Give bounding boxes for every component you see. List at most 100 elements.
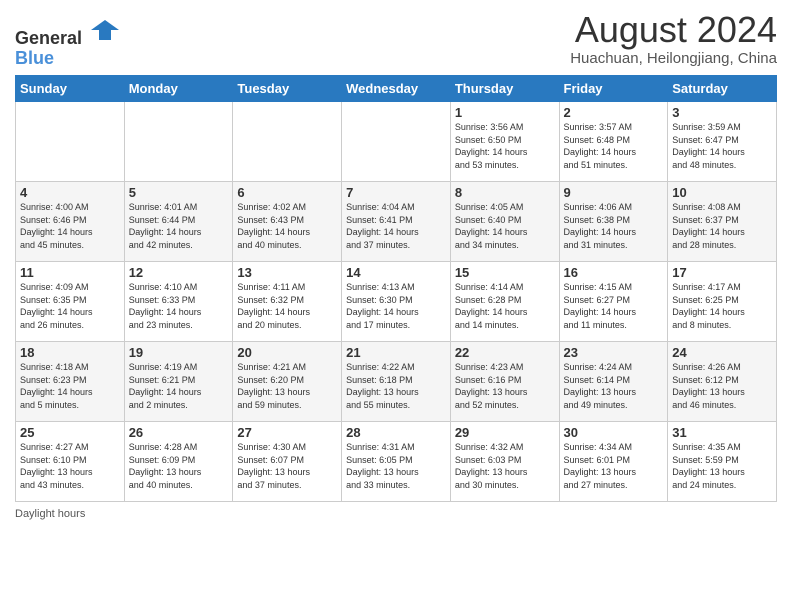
day-info: Sunrise: 4:19 AM Sunset: 6:21 PM Dayligh… [129,361,229,411]
day-number: 28 [346,425,446,440]
day-number: 6 [237,185,337,200]
day-number: 16 [564,265,664,280]
calendar-cell [342,102,451,182]
calendar-cell: 28Sunrise: 4:31 AM Sunset: 6:05 PM Dayli… [342,422,451,502]
day-number: 23 [564,345,664,360]
calendar-week-row: 1Sunrise: 3:56 AM Sunset: 6:50 PM Daylig… [16,102,777,182]
day-number: 11 [20,265,120,280]
day-info: Sunrise: 4:30 AM Sunset: 6:07 PM Dayligh… [237,441,337,491]
calendar-week-row: 11Sunrise: 4:09 AM Sunset: 6:35 PM Dayli… [16,262,777,342]
calendar-cell: 30Sunrise: 4:34 AM Sunset: 6:01 PM Dayli… [559,422,668,502]
calendar-cell: 11Sunrise: 4:09 AM Sunset: 6:35 PM Dayli… [16,262,125,342]
calendar-cell: 6Sunrise: 4:02 AM Sunset: 6:43 PM Daylig… [233,182,342,262]
calendar-cell: 8Sunrise: 4:05 AM Sunset: 6:40 PM Daylig… [450,182,559,262]
calendar-cell: 22Sunrise: 4:23 AM Sunset: 6:16 PM Dayli… [450,342,559,422]
day-info: Sunrise: 4:06 AM Sunset: 6:38 PM Dayligh… [564,201,664,251]
day-info: Sunrise: 3:56 AM Sunset: 6:50 PM Dayligh… [455,121,555,171]
calendar-cell: 2Sunrise: 3:57 AM Sunset: 6:48 PM Daylig… [559,102,668,182]
calendar-cell: 17Sunrise: 4:17 AM Sunset: 6:25 PM Dayli… [668,262,777,342]
day-number: 7 [346,185,446,200]
weekday-header: Friday [559,76,668,102]
day-number: 1 [455,105,555,120]
day-info: Sunrise: 4:17 AM Sunset: 6:25 PM Dayligh… [672,281,772,331]
logo-general: General [15,16,119,49]
day-number: 22 [455,345,555,360]
day-number: 5 [129,185,229,200]
calendar-table: SundayMondayTuesdayWednesdayThursdayFrid… [15,75,777,502]
day-info: Sunrise: 4:00 AM Sunset: 6:46 PM Dayligh… [20,201,120,251]
day-number: 31 [672,425,772,440]
calendar-cell: 14Sunrise: 4:13 AM Sunset: 6:30 PM Dayli… [342,262,451,342]
calendar-cell: 31Sunrise: 4:35 AM Sunset: 5:59 PM Dayli… [668,422,777,502]
calendar-cell [233,102,342,182]
calendar-cell: 27Sunrise: 4:30 AM Sunset: 6:07 PM Dayli… [233,422,342,502]
day-number: 13 [237,265,337,280]
calendar-cell: 26Sunrise: 4:28 AM Sunset: 6:09 PM Dayli… [124,422,233,502]
logo-bird-icon [91,16,119,44]
day-info: Sunrise: 3:57 AM Sunset: 6:48 PM Dayligh… [564,121,664,171]
calendar-cell: 12Sunrise: 4:10 AM Sunset: 6:33 PM Dayli… [124,262,233,342]
day-info: Sunrise: 4:28 AM Sunset: 6:09 PM Dayligh… [129,441,229,491]
calendar-cell [16,102,125,182]
weekday-header: Saturday [668,76,777,102]
weekday-header: Tuesday [233,76,342,102]
day-info: Sunrise: 4:26 AM Sunset: 6:12 PM Dayligh… [672,361,772,411]
day-number: 14 [346,265,446,280]
calendar-title: August 2024 [570,10,777,50]
day-number: 2 [564,105,664,120]
calendar-week-row: 4Sunrise: 4:00 AM Sunset: 6:46 PM Daylig… [16,182,777,262]
day-info: Sunrise: 4:14 AM Sunset: 6:28 PM Dayligh… [455,281,555,331]
day-info: Sunrise: 4:05 AM Sunset: 6:40 PM Dayligh… [455,201,555,251]
title-area: August 2024 Huachuan, Heilongjiang, Chin… [570,10,777,67]
calendar-cell: 9Sunrise: 4:06 AM Sunset: 6:38 PM Daylig… [559,182,668,262]
day-number: 29 [455,425,555,440]
day-info: Sunrise: 4:08 AM Sunset: 6:37 PM Dayligh… [672,201,772,251]
calendar-cell: 13Sunrise: 4:11 AM Sunset: 6:32 PM Dayli… [233,262,342,342]
calendar-cell: 16Sunrise: 4:15 AM Sunset: 6:27 PM Dayli… [559,262,668,342]
day-number: 10 [672,185,772,200]
calendar-cell [124,102,233,182]
day-info: Sunrise: 4:04 AM Sunset: 6:41 PM Dayligh… [346,201,446,251]
logo: General Blue [15,16,119,69]
calendar-cell: 5Sunrise: 4:01 AM Sunset: 6:44 PM Daylig… [124,182,233,262]
day-number: 25 [20,425,120,440]
calendar-cell: 7Sunrise: 4:04 AM Sunset: 6:41 PM Daylig… [342,182,451,262]
day-info: Sunrise: 4:02 AM Sunset: 6:43 PM Dayligh… [237,201,337,251]
day-number: 12 [129,265,229,280]
calendar-cell: 29Sunrise: 4:32 AM Sunset: 6:03 PM Dayli… [450,422,559,502]
day-number: 27 [237,425,337,440]
weekday-header: Sunday [16,76,125,102]
calendar-cell: 23Sunrise: 4:24 AM Sunset: 6:14 PM Dayli… [559,342,668,422]
calendar-cell: 20Sunrise: 4:21 AM Sunset: 6:20 PM Dayli… [233,342,342,422]
calendar-cell: 24Sunrise: 4:26 AM Sunset: 6:12 PM Dayli… [668,342,777,422]
calendar-cell: 25Sunrise: 4:27 AM Sunset: 6:10 PM Dayli… [16,422,125,502]
day-number: 3 [672,105,772,120]
day-info: Sunrise: 4:18 AM Sunset: 6:23 PM Dayligh… [20,361,120,411]
weekday-header: Monday [124,76,233,102]
footer-note: Daylight hours [15,508,777,520]
day-number: 21 [346,345,446,360]
day-number: 26 [129,425,229,440]
day-info: Sunrise: 4:13 AM Sunset: 6:30 PM Dayligh… [346,281,446,331]
calendar-cell: 21Sunrise: 4:22 AM Sunset: 6:18 PM Dayli… [342,342,451,422]
header: General Blue August 2024 Huachuan, Heilo… [15,10,777,69]
day-info: Sunrise: 4:01 AM Sunset: 6:44 PM Dayligh… [129,201,229,251]
calendar-week-row: 25Sunrise: 4:27 AM Sunset: 6:10 PM Dayli… [16,422,777,502]
day-info: Sunrise: 4:21 AM Sunset: 6:20 PM Dayligh… [237,361,337,411]
day-info: Sunrise: 4:35 AM Sunset: 5:59 PM Dayligh… [672,441,772,491]
day-info: Sunrise: 4:31 AM Sunset: 6:05 PM Dayligh… [346,441,446,491]
header-row: SundayMondayTuesdayWednesdayThursdayFrid… [16,76,777,102]
day-number: 4 [20,185,120,200]
day-number: 20 [237,345,337,360]
day-number: 18 [20,345,120,360]
calendar-cell: 18Sunrise: 4:18 AM Sunset: 6:23 PM Dayli… [16,342,125,422]
day-number: 9 [564,185,664,200]
day-number: 24 [672,345,772,360]
calendar-subtitle: Huachuan, Heilongjiang, China [570,50,777,67]
calendar-cell: 19Sunrise: 4:19 AM Sunset: 6:21 PM Dayli… [124,342,233,422]
day-info: Sunrise: 4:23 AM Sunset: 6:16 PM Dayligh… [455,361,555,411]
day-number: 30 [564,425,664,440]
calendar-cell: 4Sunrise: 4:00 AM Sunset: 6:46 PM Daylig… [16,182,125,262]
day-number: 19 [129,345,229,360]
day-info: Sunrise: 4:24 AM Sunset: 6:14 PM Dayligh… [564,361,664,411]
